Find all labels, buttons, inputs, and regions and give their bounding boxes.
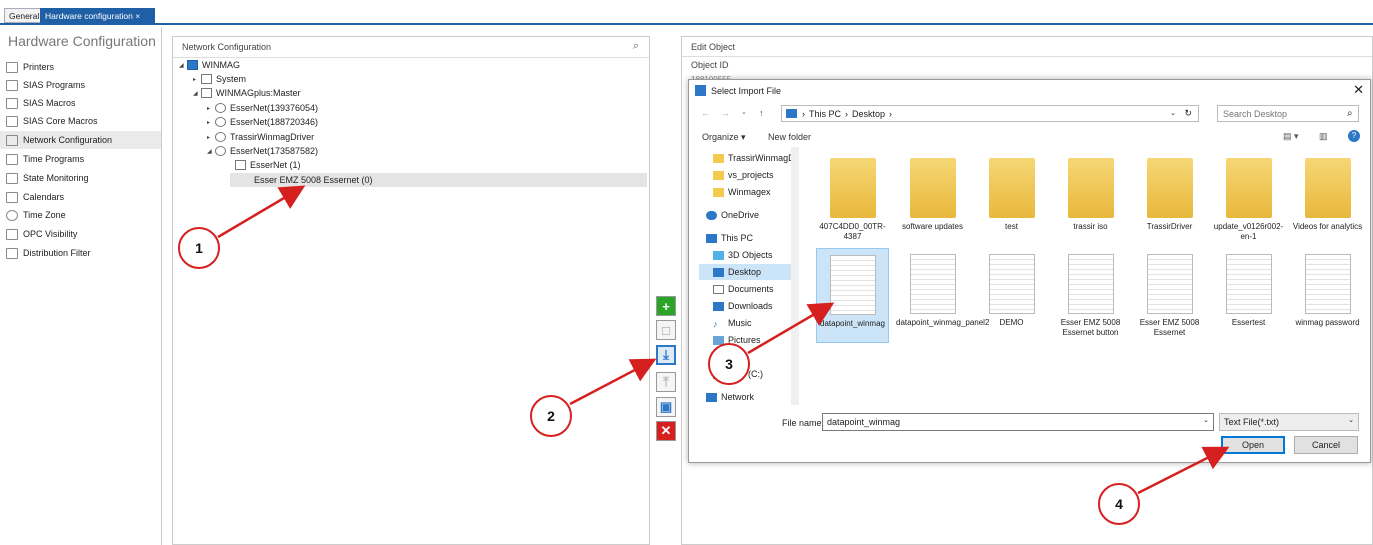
annotation-arrows <box>217 185 1230 495</box>
callout-1: 1 <box>178 227 220 269</box>
callout-4: 4 <box>1098 483 1140 525</box>
callout-2: 2 <box>530 395 572 437</box>
callout-3: 3 <box>708 343 750 385</box>
